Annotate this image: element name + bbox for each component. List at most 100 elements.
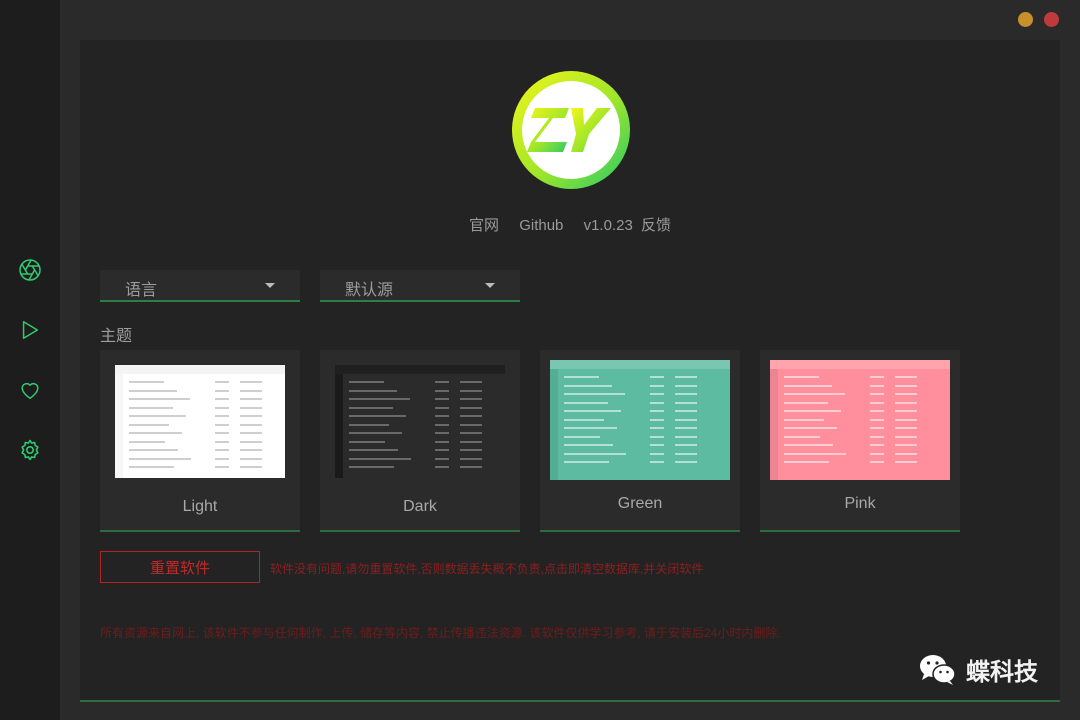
preview-row bbox=[240, 415, 262, 417]
preview-row bbox=[870, 435, 884, 438]
preview-toolbar bbox=[550, 360, 730, 369]
preview-row bbox=[784, 435, 820, 438]
preview-row bbox=[460, 406, 482, 409]
preview-row bbox=[675, 461, 697, 463]
preview-row bbox=[564, 376, 599, 378]
preview-row bbox=[895, 418, 917, 421]
preview-row bbox=[435, 406, 449, 409]
preview-row bbox=[870, 410, 884, 412]
preview-row bbox=[240, 466, 262, 468]
preview-row bbox=[215, 449, 229, 451]
preview-row bbox=[435, 389, 449, 392]
preview-row bbox=[129, 440, 165, 443]
chevron-down-icon bbox=[265, 283, 275, 288]
preview-row bbox=[215, 389, 229, 392]
preview-row bbox=[675, 410, 697, 412]
preview-row bbox=[129, 389, 177, 392]
feedback-link[interactable]: 反馈 bbox=[641, 217, 671, 234]
theme-name: Green bbox=[617, 495, 663, 512]
preview-row bbox=[349, 423, 389, 426]
chevron-down-icon bbox=[485, 283, 495, 288]
preview-row bbox=[129, 406, 173, 409]
preview-row bbox=[650, 427, 664, 429]
preview-row bbox=[435, 466, 449, 468]
preview-row bbox=[675, 376, 697, 378]
preview-row bbox=[129, 466, 174, 468]
preview-row bbox=[240, 457, 262, 460]
theme-preview bbox=[550, 360, 730, 480]
preview-toolbar bbox=[770, 360, 950, 369]
aperture-icon[interactable] bbox=[17, 257, 43, 283]
source-select[interactable]: 默认源 bbox=[320, 270, 520, 302]
source-select-label: 默认源 bbox=[345, 282, 394, 299]
preview-row bbox=[349, 415, 406, 417]
gear-icon[interactable] bbox=[17, 437, 43, 463]
preview-row bbox=[675, 435, 697, 438]
preview-row bbox=[240, 432, 262, 434]
preview-row bbox=[435, 423, 449, 426]
theme-heading: 主题 bbox=[100, 328, 133, 345]
preview-row bbox=[870, 427, 884, 429]
theme-card-light[interactable]: Light bbox=[100, 350, 300, 532]
app-logo bbox=[511, 70, 631, 190]
theme-card-pink[interactable]: Pink bbox=[760, 350, 960, 532]
reset-button[interactable]: 重置软件 bbox=[100, 551, 260, 583]
sidebar bbox=[0, 0, 60, 720]
preview-row bbox=[675, 444, 697, 446]
preview-toolbar bbox=[335, 365, 505, 374]
preview-row bbox=[895, 452, 917, 455]
preview-row bbox=[349, 381, 384, 383]
preview-row bbox=[460, 440, 482, 443]
preview-row bbox=[650, 461, 664, 463]
preview-row bbox=[215, 466, 229, 468]
preview-row bbox=[435, 457, 449, 460]
preview-row bbox=[240, 389, 262, 392]
theme-card-dark[interactable]: Dark bbox=[320, 350, 520, 532]
preview-row bbox=[650, 393, 664, 395]
preview-row bbox=[460, 381, 482, 383]
preview-row bbox=[564, 401, 608, 404]
preview-row bbox=[870, 444, 884, 446]
website-link[interactable]: 官网 bbox=[469, 217, 499, 234]
preview-row bbox=[675, 452, 697, 455]
preview-row bbox=[650, 376, 664, 378]
github-link[interactable]: Github bbox=[519, 217, 563, 234]
preview-row bbox=[650, 384, 664, 387]
preview-row bbox=[784, 410, 841, 412]
preview-row bbox=[349, 389, 397, 392]
play-icon[interactable] bbox=[17, 317, 43, 343]
preview-row bbox=[240, 406, 262, 409]
heart-icon[interactable] bbox=[17, 377, 43, 403]
watermark: 蝶科技 bbox=[918, 652, 1038, 687]
preview-row bbox=[870, 384, 884, 387]
preview-row bbox=[564, 444, 613, 446]
preview-row bbox=[435, 432, 449, 434]
theme-card-green[interactable]: Green bbox=[540, 350, 740, 532]
preview-row bbox=[650, 435, 664, 438]
theme-name: Light bbox=[182, 498, 218, 515]
preview-row bbox=[129, 457, 191, 460]
preview-row bbox=[895, 393, 917, 395]
close-button[interactable] bbox=[1044, 12, 1059, 27]
preview-row bbox=[784, 393, 845, 395]
preview-toolbar bbox=[115, 365, 285, 374]
preview-row bbox=[349, 406, 393, 409]
preview-row bbox=[564, 418, 604, 421]
preview-row bbox=[784, 427, 837, 429]
preview-row bbox=[240, 423, 262, 426]
minimize-button[interactable] bbox=[1018, 12, 1033, 27]
preview-row bbox=[460, 466, 482, 468]
preview-row bbox=[349, 449, 398, 451]
preview-row bbox=[895, 461, 917, 463]
settings-panel: 官网 Github v1.0.23 反馈 语言 默认源 主题 Light Dar… bbox=[80, 40, 1060, 702]
preview-row bbox=[870, 461, 884, 463]
theme-preview bbox=[115, 365, 285, 478]
preview-row bbox=[435, 440, 449, 443]
preview-row bbox=[460, 432, 482, 434]
preview-row bbox=[675, 418, 697, 421]
version-label: v1.0.23 bbox=[583, 217, 633, 234]
preview-row bbox=[460, 415, 482, 417]
language-select[interactable]: 语言 bbox=[100, 270, 300, 302]
preview-sidebar bbox=[335, 374, 343, 478]
preview-row bbox=[460, 449, 482, 451]
